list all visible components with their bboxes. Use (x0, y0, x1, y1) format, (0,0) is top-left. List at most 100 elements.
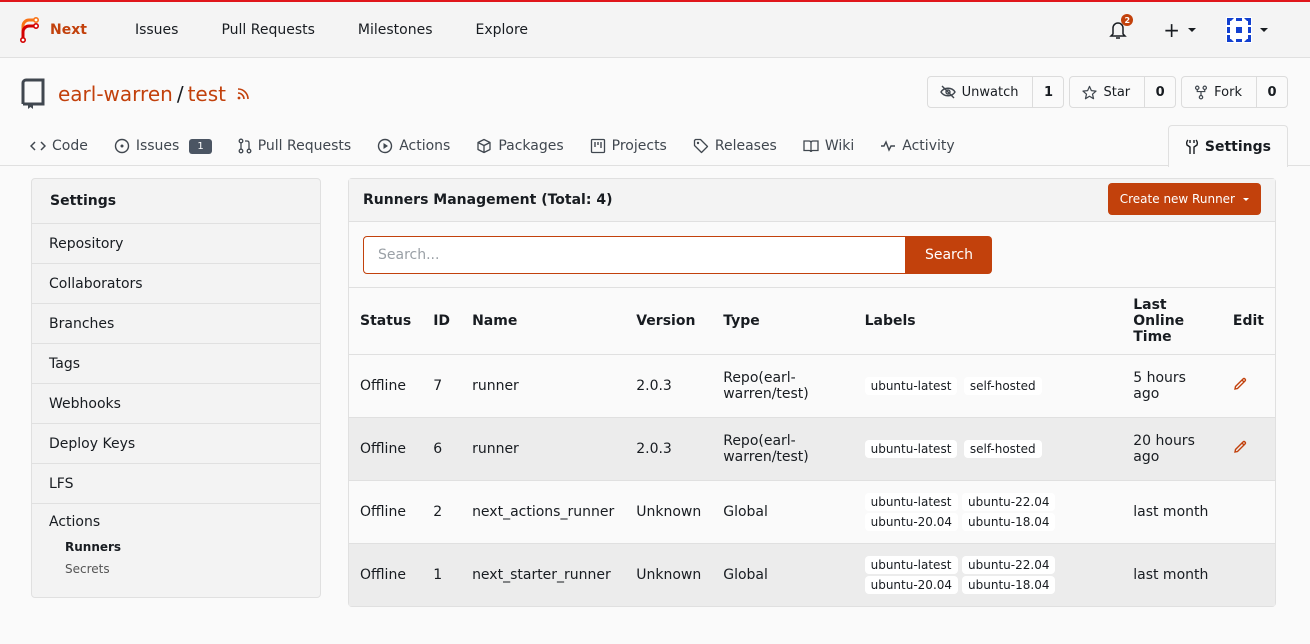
runner-name: next_starter_runner (472, 566, 611, 583)
caret-down-icon (1188, 28, 1196, 32)
runner-id: 1 (433, 566, 443, 583)
runner-label: ubuntu-latest (864, 439, 958, 458)
sidebar-item-collaborators[interactable]: Collaborators (32, 264, 320, 304)
sidebar-item-runners[interactable]: Runners (65, 540, 320, 554)
col-edit: Edit (1221, 288, 1275, 355)
tab-settings[interactable]: Settings (1167, 125, 1288, 167)
fork-count[interactable]: 0 (1257, 77, 1287, 107)
sidebar-item-lfs[interactable]: LFS (32, 464, 320, 504)
watch-button[interactable]: Unwatch 1 (926, 76, 1065, 108)
sidebar-item-repository[interactable]: Repository (32, 224, 320, 264)
watch-count[interactable]: 1 (1033, 77, 1063, 107)
panel-title: Runners Management (Total: 4) (363, 192, 613, 208)
tab-projects[interactable]: Projects (590, 138, 667, 154)
runner-label: ubuntu-latest (864, 492, 959, 511)
notification-count: 2 (1121, 14, 1134, 26)
runner-label: self-hosted (963, 439, 1042, 458)
code-icon (30, 141, 46, 151)
eye-slash-icon (939, 85, 956, 99)
sidebar-item-deploy-keys[interactable]: Deploy Keys (32, 424, 320, 464)
issues-count-badge: 1 (189, 138, 212, 154)
runner-label: ubuntu-latest (864, 376, 958, 395)
tab-label: Actions (399, 138, 451, 154)
tab-activity[interactable]: Activity (880, 138, 955, 154)
tab-code[interactable]: Code (30, 138, 88, 154)
tab-label: Activity (902, 138, 955, 154)
runner-last-online: 20 hours ago (1122, 417, 1222, 481)
user-menu-button[interactable] (1226, 17, 1268, 43)
tab-packages[interactable]: Packages (476, 138, 564, 154)
repo-icon (21, 78, 45, 109)
issue-icon (114, 138, 130, 154)
avatar (1226, 17, 1252, 43)
tab-pull-requests[interactable]: Pull Requests (238, 138, 351, 154)
runner-name: runner (461, 354, 626, 418)
star-button[interactable]: Star 0 (1069, 76, 1177, 108)
pencil-icon[interactable] (1233, 377, 1247, 391)
tab-label: Wiki (824, 138, 855, 154)
runner-status: Offline (360, 566, 406, 583)
col-type: Type (712, 288, 854, 355)
nav-issues[interactable]: Issues (135, 22, 179, 38)
runner-type: Global (712, 480, 854, 544)
table-row: Offline 6 runner 2.0.3 Repo(earl-warren/… (349, 417, 1275, 481)
nav-milestones[interactable]: Milestones (358, 22, 433, 38)
star-count[interactable]: 0 (1145, 77, 1175, 107)
fork-button[interactable]: Fork 0 (1181, 76, 1288, 108)
create-runner-button[interactable]: Create new Runner (1107, 183, 1261, 215)
search-button[interactable]: Search (906, 235, 992, 274)
search-input[interactable] (363, 235, 906, 274)
col-labels: Labels (853, 288, 1123, 355)
sidebar-title: Settings (32, 179, 320, 224)
runner-version: 2.0.3 (625, 354, 713, 418)
runner-id: 2 (422, 480, 462, 544)
brand-name: Next (50, 21, 87, 38)
runner-label: ubuntu-20.04 (864, 512, 959, 531)
nav-pull-requests[interactable]: Pull Requests (221, 22, 314, 38)
nav-explore[interactable]: Explore (476, 22, 529, 38)
create-menu-button[interactable]: + (1163, 18, 1196, 42)
col-id: ID (422, 288, 462, 355)
sidebar-item-branches[interactable]: Branches (32, 304, 320, 344)
pencil-icon[interactable] (1233, 440, 1247, 454)
runners-table: Status ID Name Version Type Labels Last … (349, 288, 1275, 606)
runner-version: Unknown (636, 566, 702, 583)
home-link[interactable]: Next (18, 16, 87, 43)
notifications-button[interactable]: 2 (1109, 14, 1134, 40)
fork-icon (1195, 85, 1208, 99)
col-status: Status (349, 288, 423, 355)
runner-label: ubuntu-20.04 (864, 575, 959, 594)
plus-icon: + (1163, 18, 1180, 42)
repo-name-link[interactable]: test (188, 82, 226, 106)
runner-status: Offline (349, 480, 423, 544)
runner-status: Offline (349, 417, 423, 481)
sidebar-item-tags[interactable]: Tags (32, 344, 320, 384)
tab-issues[interactable]: Issues 1 (114, 138, 212, 154)
rss-icon[interactable] (236, 87, 250, 101)
runner-type: Repo(earl-warren/test) (712, 354, 854, 418)
project-icon (590, 138, 605, 154)
search-form: Search (349, 222, 1275, 288)
sidebar-group-label[interactable]: Actions (49, 514, 320, 530)
repo-header: earl-warren / test Unwatch 1 Star 0 Fork… (0, 58, 1310, 167)
repo-owner-link[interactable]: earl-warren (58, 82, 173, 106)
runner-label: ubuntu-latest (864, 555, 959, 574)
table-row: Offline 2 next_actions_runner Unknown Gl… (349, 480, 1275, 544)
star-icon (1082, 85, 1098, 99)
runner-label: ubuntu-18.04 (962, 575, 1056, 594)
caret-down-icon (1260, 28, 1268, 32)
runner-labels: ubuntu-latest ubuntu-22.04 ubuntu-20.04 … (853, 480, 1123, 544)
sidebar-item-webhooks[interactable]: Webhooks (32, 384, 320, 424)
tab-releases[interactable]: Releases (693, 138, 777, 154)
runner-name: next_actions_runner (461, 480, 626, 544)
tab-wiki[interactable]: Wiki (803, 138, 854, 154)
runner-label: self-hosted (963, 376, 1042, 395)
col-name: Name (461, 288, 626, 355)
col-last-online: Last Online Time (1122, 288, 1222, 355)
fork-label: Fork (1214, 84, 1242, 100)
runner-version: Unknown (625, 480, 713, 544)
tab-actions[interactable]: Actions (377, 138, 450, 154)
sidebar-item-secrets[interactable]: Secrets (65, 562, 320, 576)
top-navbar: Next Issues Pull Requests Milestones Exp… (0, 0, 1310, 58)
play-icon (377, 138, 393, 154)
